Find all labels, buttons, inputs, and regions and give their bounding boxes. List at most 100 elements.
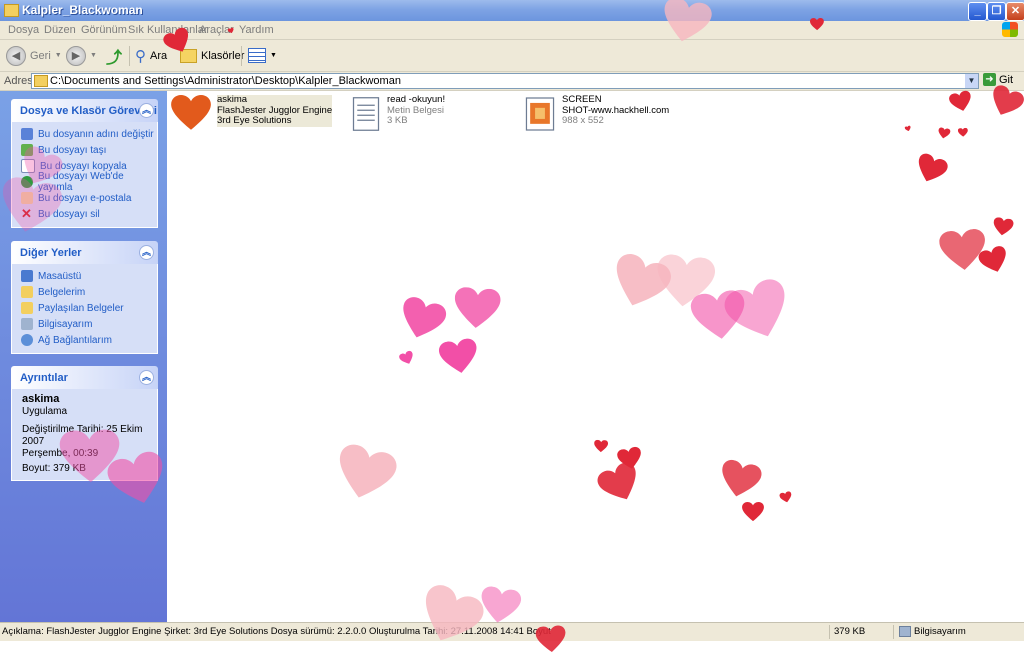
- file-item-readme[interactable]: read -okuyun! Metin Belgesi 3 KB: [351, 94, 445, 133]
- close-button[interactable]: ✕: [1006, 2, 1024, 21]
- details-header[interactable]: Ayrıntılar ︽: [11, 366, 158, 389]
- back-arrow-icon: ◀: [6, 45, 26, 66]
- file-tasks-title: Dosya ve Klasör Görevleri: [20, 105, 157, 117]
- task-label: Bu dosyayı taşı: [38, 144, 107, 156]
- heart-app-icon: [171, 95, 211, 130]
- file-name: SCREEN: [562, 94, 602, 105]
- forward-arrow-icon: ▶: [66, 45, 86, 66]
- menu-edit[interactable]: Düzen: [44, 24, 76, 36]
- views-icon: [248, 48, 266, 63]
- details-modified: Değiştirilme Tarihi: 25 Ekim 2007: [22, 424, 143, 447]
- place-label: Bilgisayarım: [38, 318, 93, 330]
- task-publish-web[interactable]: Bu dosyayı Web'de yayımla: [12, 171, 157, 193]
- address-input[interactable]: C:\Documents and Settings\Administrator\…: [31, 73, 979, 89]
- collapse-icon[interactable]: ︽: [139, 103, 154, 118]
- address-dropdown-button[interactable]: ▼: [965, 74, 978, 88]
- web-publish-icon: [21, 176, 33, 188]
- task-pane: Dosya ve Klasör Görevleri ︽ Bu dosyanın …: [0, 91, 167, 622]
- file-item-screenshot[interactable]: SCREEN SHOT-www.hackhell.com 988 x 552: [524, 94, 669, 133]
- collapse-icon[interactable]: ︽: [139, 245, 154, 260]
- forward-button[interactable]: ▶ ▼: [66, 44, 97, 67]
- menu-bar: Dosya Düzen Görünüm Sık Kullanılanlar Ar…: [0, 21, 1024, 40]
- maximize-button[interactable]: ❐: [987, 2, 1006, 21]
- folder-icon: [34, 75, 48, 87]
- file-item-askima[interactable]: askima FlashJester Jugglor Engine 3rd Ey…: [171, 94, 333, 131]
- up-arrow-icon: ⤴: [106, 49, 123, 67]
- chevron-down-icon: ▼: [270, 52, 277, 59]
- address-label: Adres: [4, 75, 33, 87]
- task-delete[interactable]: ✕ Bu dosyayı sil: [12, 206, 157, 222]
- toolbar: ◀ Geri ▼ ▶ ▼ ⤴ ⚲ Ara Klasörler ▼: [0, 40, 1024, 72]
- details-modified-day: Perşembe, 00:39: [22, 448, 99, 459]
- other-places-title: Diğer Yerler: [20, 247, 82, 259]
- place-label: Belgelerim: [38, 286, 86, 298]
- status-zone-label: Bilgisayarım: [914, 626, 966, 637]
- my-documents-icon: [21, 286, 33, 298]
- menu-help[interactable]: Yardım: [239, 24, 274, 36]
- status-description: Açıklama: FlashJester Jugglor Engine Şir…: [2, 626, 551, 637]
- copy-icon: [21, 159, 35, 173]
- status-bar: Açıklama: FlashJester Jugglor Engine Şir…: [0, 622, 1024, 641]
- status-size: 379 KB: [834, 626, 866, 637]
- task-rename[interactable]: Bu dosyanın adını değiştir: [12, 126, 157, 142]
- up-folder-button[interactable]: ⤴: [106, 44, 122, 67]
- menu-favorites[interactable]: Sık Kullanılanlar: [128, 24, 208, 36]
- title-bar: Kalpler_Blackwoman _ ❐ ✕: [0, 0, 1024, 21]
- go-button[interactable]: ➜ Git: [983, 73, 1013, 86]
- desktop-icon: [21, 270, 33, 282]
- place-my-computer[interactable]: Bilgisayarım: [12, 316, 157, 332]
- minimize-button[interactable]: _: [968, 2, 987, 21]
- shared-documents-icon: [21, 302, 33, 314]
- file-tasks-panel: Dosya ve Klasör Görevleri ︽ Bu dosyanın …: [11, 99, 158, 228]
- task-move[interactable]: Bu dosyayı taşı: [12, 142, 157, 158]
- address-path: C:\Documents and Settings\Administrator\…: [50, 75, 401, 87]
- details-size: Boyut: 379 KB: [22, 463, 86, 474]
- views-button[interactable]: ▼: [248, 44, 277, 67]
- chevron-down-icon: ▼: [90, 52, 97, 59]
- place-network[interactable]: Ağ Bağlantılarım: [12, 332, 157, 348]
- status-zone: Bilgisayarım: [899, 626, 966, 637]
- my-computer-icon: [21, 318, 33, 330]
- details-file-name: askima: [22, 393, 60, 405]
- menu-tools[interactable]: Araçlar: [199, 24, 234, 36]
- other-places-panel: Diğer Yerler ︽ Masaüstü Belgelerim Payla…: [11, 241, 158, 354]
- search-button[interactable]: ⚲ Ara: [135, 44, 167, 67]
- place-shared-documents[interactable]: Paylaşılan Belgeler: [12, 300, 157, 316]
- task-label: Bu dosyayı e-postala: [38, 192, 132, 204]
- place-my-documents[interactable]: Belgelerim: [12, 284, 157, 300]
- chevron-down-icon: ▼: [54, 52, 62, 59]
- file-size: 3 KB: [387, 115, 408, 126]
- file-tasks-header[interactable]: Dosya ve Klasör Görevleri ︽: [11, 99, 158, 122]
- search-label: Ara: [150, 49, 168, 62]
- window-title: Kalpler_Blackwoman: [22, 3, 143, 17]
- folders-icon: [180, 48, 197, 63]
- place-desktop[interactable]: Masaüstü: [12, 268, 157, 284]
- image-file-icon: [525, 97, 555, 131]
- search-icon: ⚲: [135, 47, 146, 65]
- other-places-header[interactable]: Diğer Yerler ︽: [11, 241, 158, 264]
- folder-icon: [4, 4, 19, 17]
- my-computer-icon: [899, 626, 911, 637]
- task-label: Bu dosyayı kopyala: [40, 160, 127, 172]
- windows-logo-icon: [1002, 22, 1018, 37]
- back-button[interactable]: ◀ Geri ▼: [6, 44, 62, 67]
- task-label: Bu dosyayı Web'de yayımla: [38, 171, 124, 193]
- place-label: Masaüstü: [38, 270, 82, 282]
- delete-icon: ✕: [21, 206, 32, 221]
- file-name: askima: [217, 94, 248, 105]
- file-dimensions: 988 x 552: [562, 115, 604, 126]
- task-label: Bu dosyanın adını değiştir: [38, 128, 154, 140]
- rename-icon: [21, 128, 33, 140]
- details-panel: Ayrıntılar ︽ askima Uygulama Değiştirilm…: [11, 366, 158, 481]
- email-icon: [21, 192, 33, 204]
- collapse-icon[interactable]: ︽: [139, 370, 154, 385]
- move-icon: [21, 144, 33, 156]
- folders-button[interactable]: Klasörler: [180, 44, 244, 67]
- menu-view[interactable]: Görünüm: [81, 24, 127, 36]
- menu-file[interactable]: Dosya: [8, 24, 39, 36]
- text-document-icon: [352, 97, 380, 131]
- task-label: Bu dosyayı sil: [38, 208, 100, 220]
- place-label: Ağ Bağlantılarım: [38, 334, 112, 346]
- file-list: askima FlashJester Jugglor Engine 3rd Ey…: [168, 91, 1024, 622]
- file-company: 3rd Eye Solutions: [217, 115, 292, 126]
